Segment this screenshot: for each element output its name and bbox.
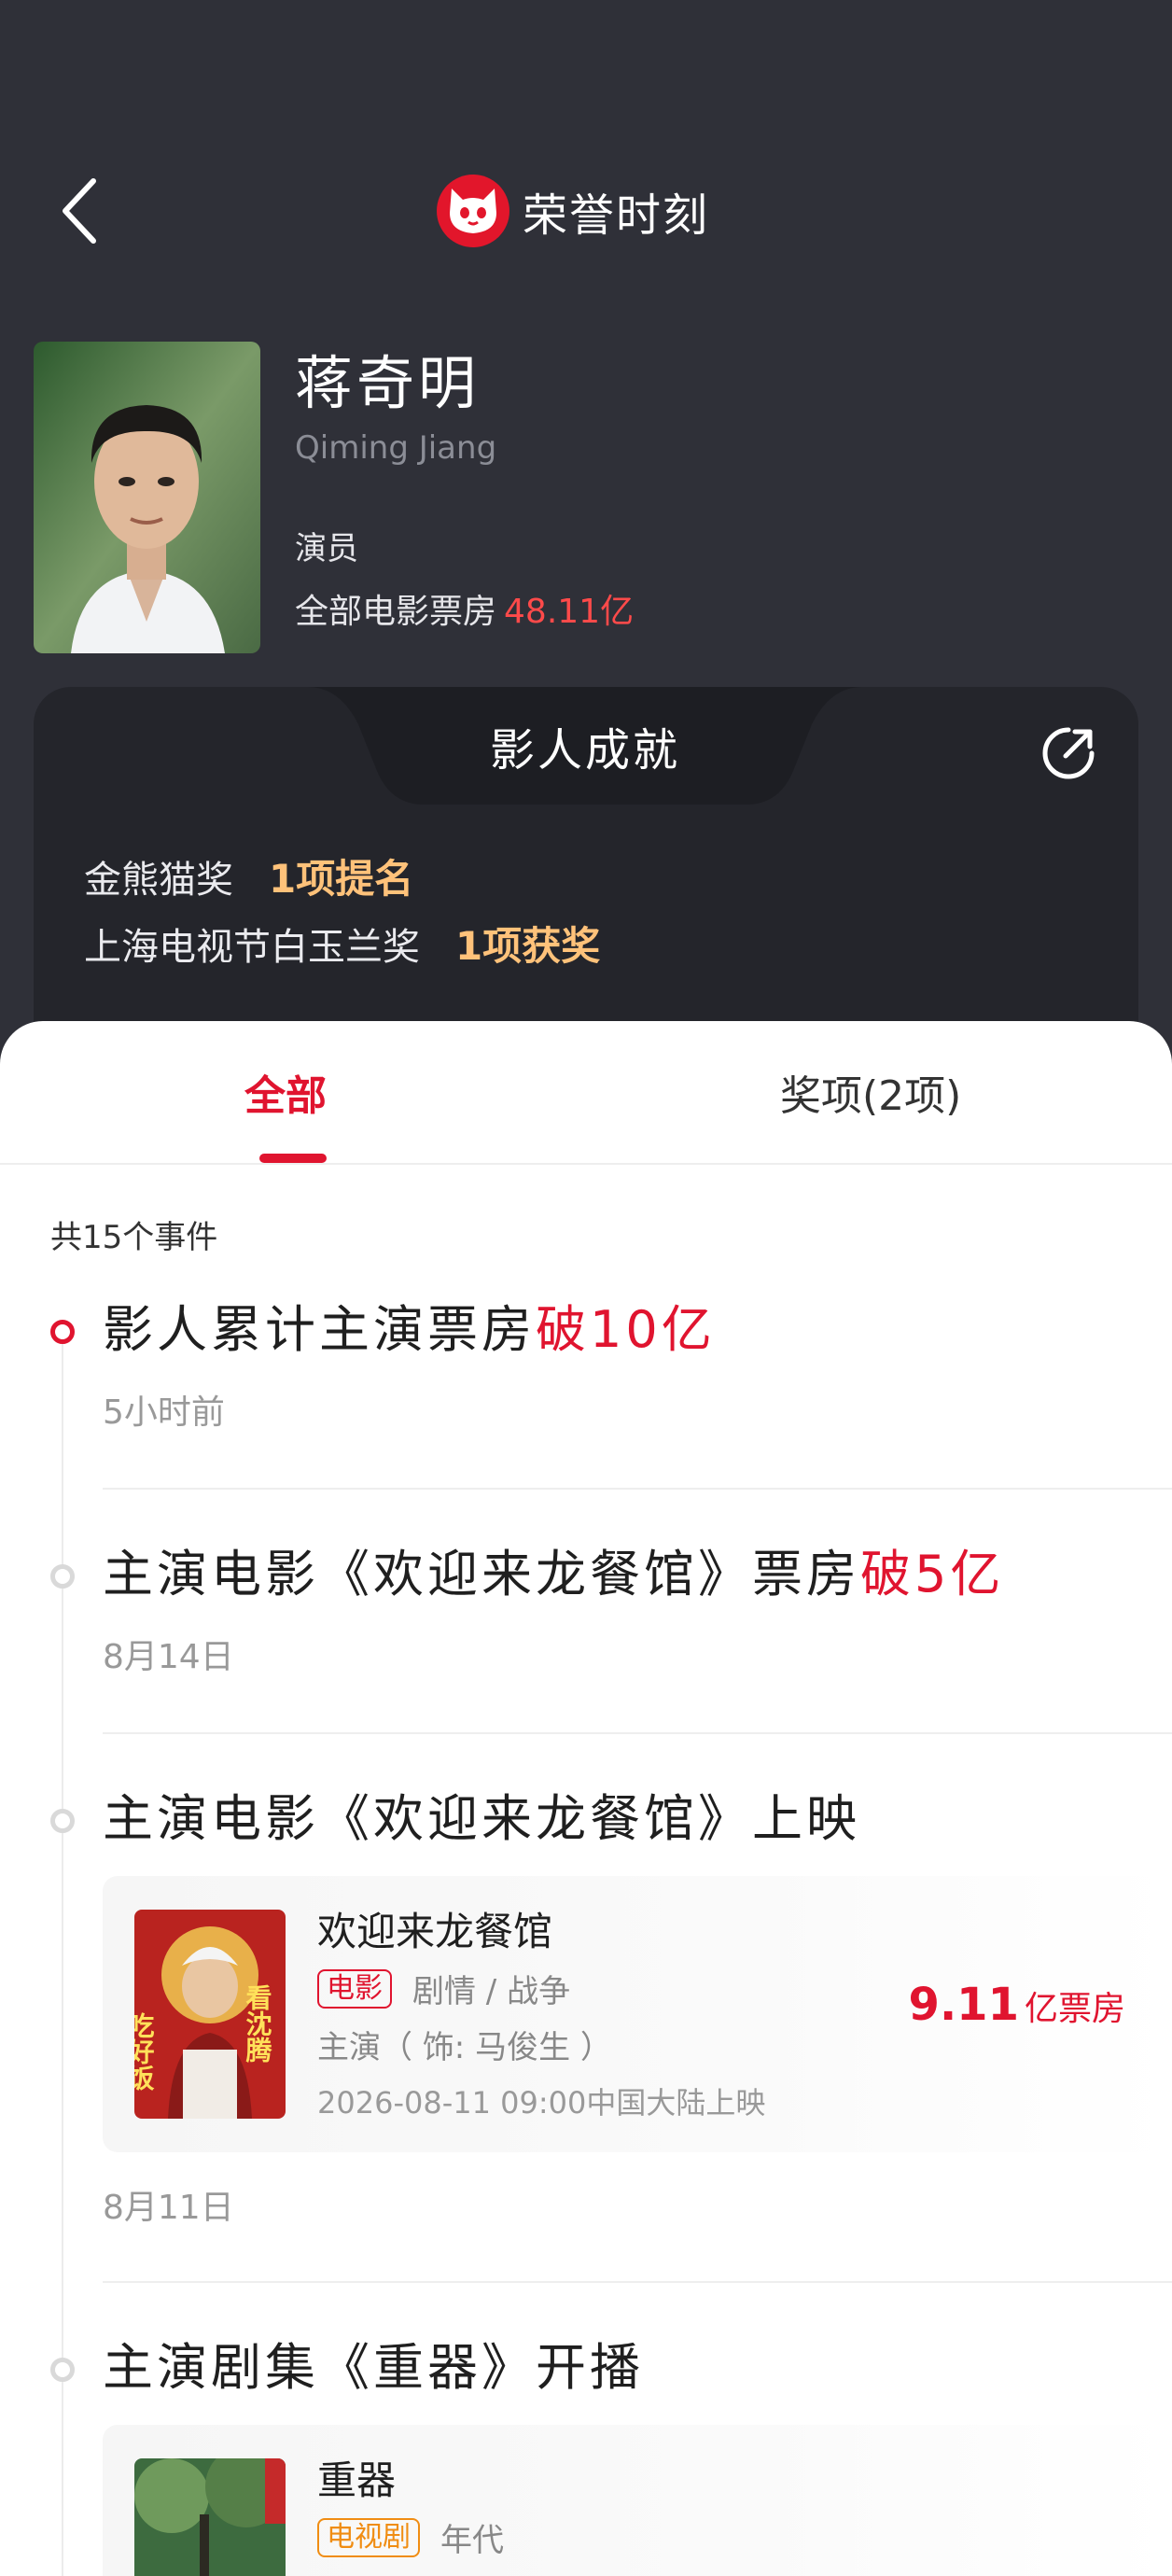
events-sheet: 全部 奖项(2项) 共15个事件 影人累计主演票房破10亿 5小时前 主演电影《… (0, 1021, 1172, 2576)
person-name-en: Qiming Jiang (295, 429, 497, 467)
event-title-highlight: 破10亿 (536, 1300, 716, 1359)
tv-meta: 电视剧 年代 (317, 2514, 504, 2560)
movie-boxoffice-num: 9.11 (908, 1979, 1019, 2031)
divider (103, 2281, 1172, 2283)
event-title-text: 主演电影《欢迎来龙餐馆》票房 (103, 1545, 860, 1603)
tv-card[interactable]: 重器 电视剧 年代 (103, 2425, 1172, 2576)
event-date: 8月14日 (103, 1638, 234, 1676)
event-count: 共15个事件 (50, 1219, 218, 1256)
timeline-line (62, 1338, 63, 2576)
event-title[interactable]: 主演电影《欢迎来龙餐馆》上映 (103, 1777, 860, 1851)
award-count: 1项提名 (269, 856, 414, 902)
award-name: 金熊猫奖 (84, 858, 233, 902)
page-title: 荣誉时刻 (523, 189, 710, 242)
award-count: 1项获奖 (455, 923, 601, 969)
avatar[interactable] (34, 342, 260, 653)
boxoffice-label: 全部电影票房 (295, 593, 497, 631)
header: 荣誉时刻 (0, 0, 1172, 336)
boxoffice-value: 48.11亿 (504, 593, 635, 631)
event-title-highlight: 破5亿 (860, 1545, 1005, 1603)
tab-awards[interactable]: 奖项(2项) (780, 1062, 961, 1122)
tv-title: 重器 (317, 2457, 397, 2503)
tab-active-indicator (259, 1154, 327, 1163)
event-title-text: 影人累计主演票房 (103, 1300, 536, 1359)
event-date: 8月11日 (103, 2189, 234, 2227)
event-title-text: 主演电影《欢迎来龙餐馆》上映 (103, 1789, 860, 1848)
event-title-text: 主演剧集《重器》开播 (103, 2338, 644, 2397)
divider (0, 1163, 1172, 1165)
movie-release: 2026-08-11 09:00中国大陆上映 (317, 2085, 766, 2121)
timeline-dot-active (50, 1320, 75, 1344)
person-name: 蒋奇明 (295, 349, 481, 417)
timeline-dot (50, 1809, 75, 1833)
movie-meta: 电影 剧情 / 战争 (317, 1966, 570, 2011)
event-title[interactable]: 主演剧集《重器》开播 (103, 2326, 644, 2400)
poster-text-right: 看沈腾 (243, 1984, 273, 2064)
share-icon[interactable] (1039, 724, 1097, 782)
award-name: 上海电视节白玉兰奖 (84, 925, 420, 969)
tv-genre: 年代 (440, 2522, 504, 2559)
movie-title: 欢迎来龙餐馆 (317, 1909, 553, 1954)
tv-poster (134, 2458, 286, 2576)
event-title[interactable]: 影人累计主演票房破10亿 (103, 1288, 716, 1362)
movie-genre: 剧情 / 战争 (412, 1973, 571, 2010)
event-title[interactable]: 主演电影《欢迎来龙餐馆》票房破5亿 (103, 1533, 1004, 1606)
achievement-row: 上海电视节白玉兰奖 1项获奖 (84, 915, 600, 972)
total-boxoffice: 全部电影票房 48.11亿 (295, 584, 634, 633)
poster-text-left: 吃好饭 (134, 2011, 156, 2092)
person-role: 演员 (295, 530, 358, 567)
achievement-row: 金熊猫奖 1项提名 (84, 847, 413, 904)
movie-boxoffice-unit: 亿票房 (1024, 1990, 1125, 2028)
movie-poster: 吃好饭 看沈腾 (134, 1910, 286, 2119)
divider (103, 1488, 1172, 1490)
event-date: 5小时前 (103, 1393, 225, 1432)
movie-card[interactable]: 吃好饭 看沈腾 欢迎来龙餐馆 电影 剧情 / 战争 主演（ 饰: 马俊生 ） 2… (103, 1876, 1172, 2152)
achievements-title: 影人成就 (489, 724, 680, 777)
timeline-dot (50, 1564, 75, 1589)
tv-type-tag: 电视剧 (317, 2517, 420, 2557)
back-arrow-icon[interactable] (56, 174, 108, 248)
header-title-group: 荣誉时刻 (437, 172, 709, 250)
movie-type-tag: 电影 (317, 1968, 392, 2009)
divider (103, 1732, 1172, 1734)
timeline-dot (50, 2358, 75, 2382)
movie-boxoffice: 9.11 亿票房 (909, 1979, 1125, 2031)
cat-logo-icon (437, 175, 509, 247)
movie-role: 主演（ 饰: 马俊生 ） (317, 2029, 612, 2066)
tab-all[interactable]: 全部 (244, 1062, 327, 1122)
